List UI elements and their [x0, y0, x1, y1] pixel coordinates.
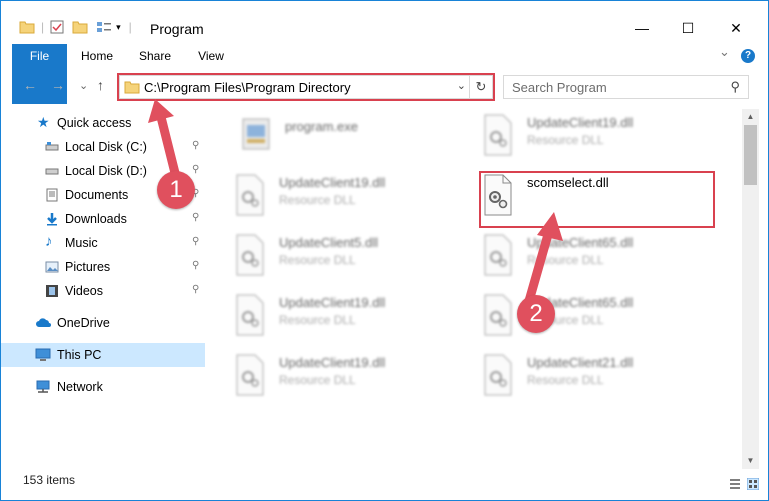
callout-badge-1: 1	[157, 171, 195, 209]
arrow-1	[148, 99, 182, 186]
callout-badge-2: 2	[517, 295, 555, 333]
arrow-2	[524, 212, 563, 306]
explorer-window: | ▾ | Program — ☐ ✕ File Home Share View…	[0, 0, 769, 501]
callout-arrows	[148, 99, 563, 306]
